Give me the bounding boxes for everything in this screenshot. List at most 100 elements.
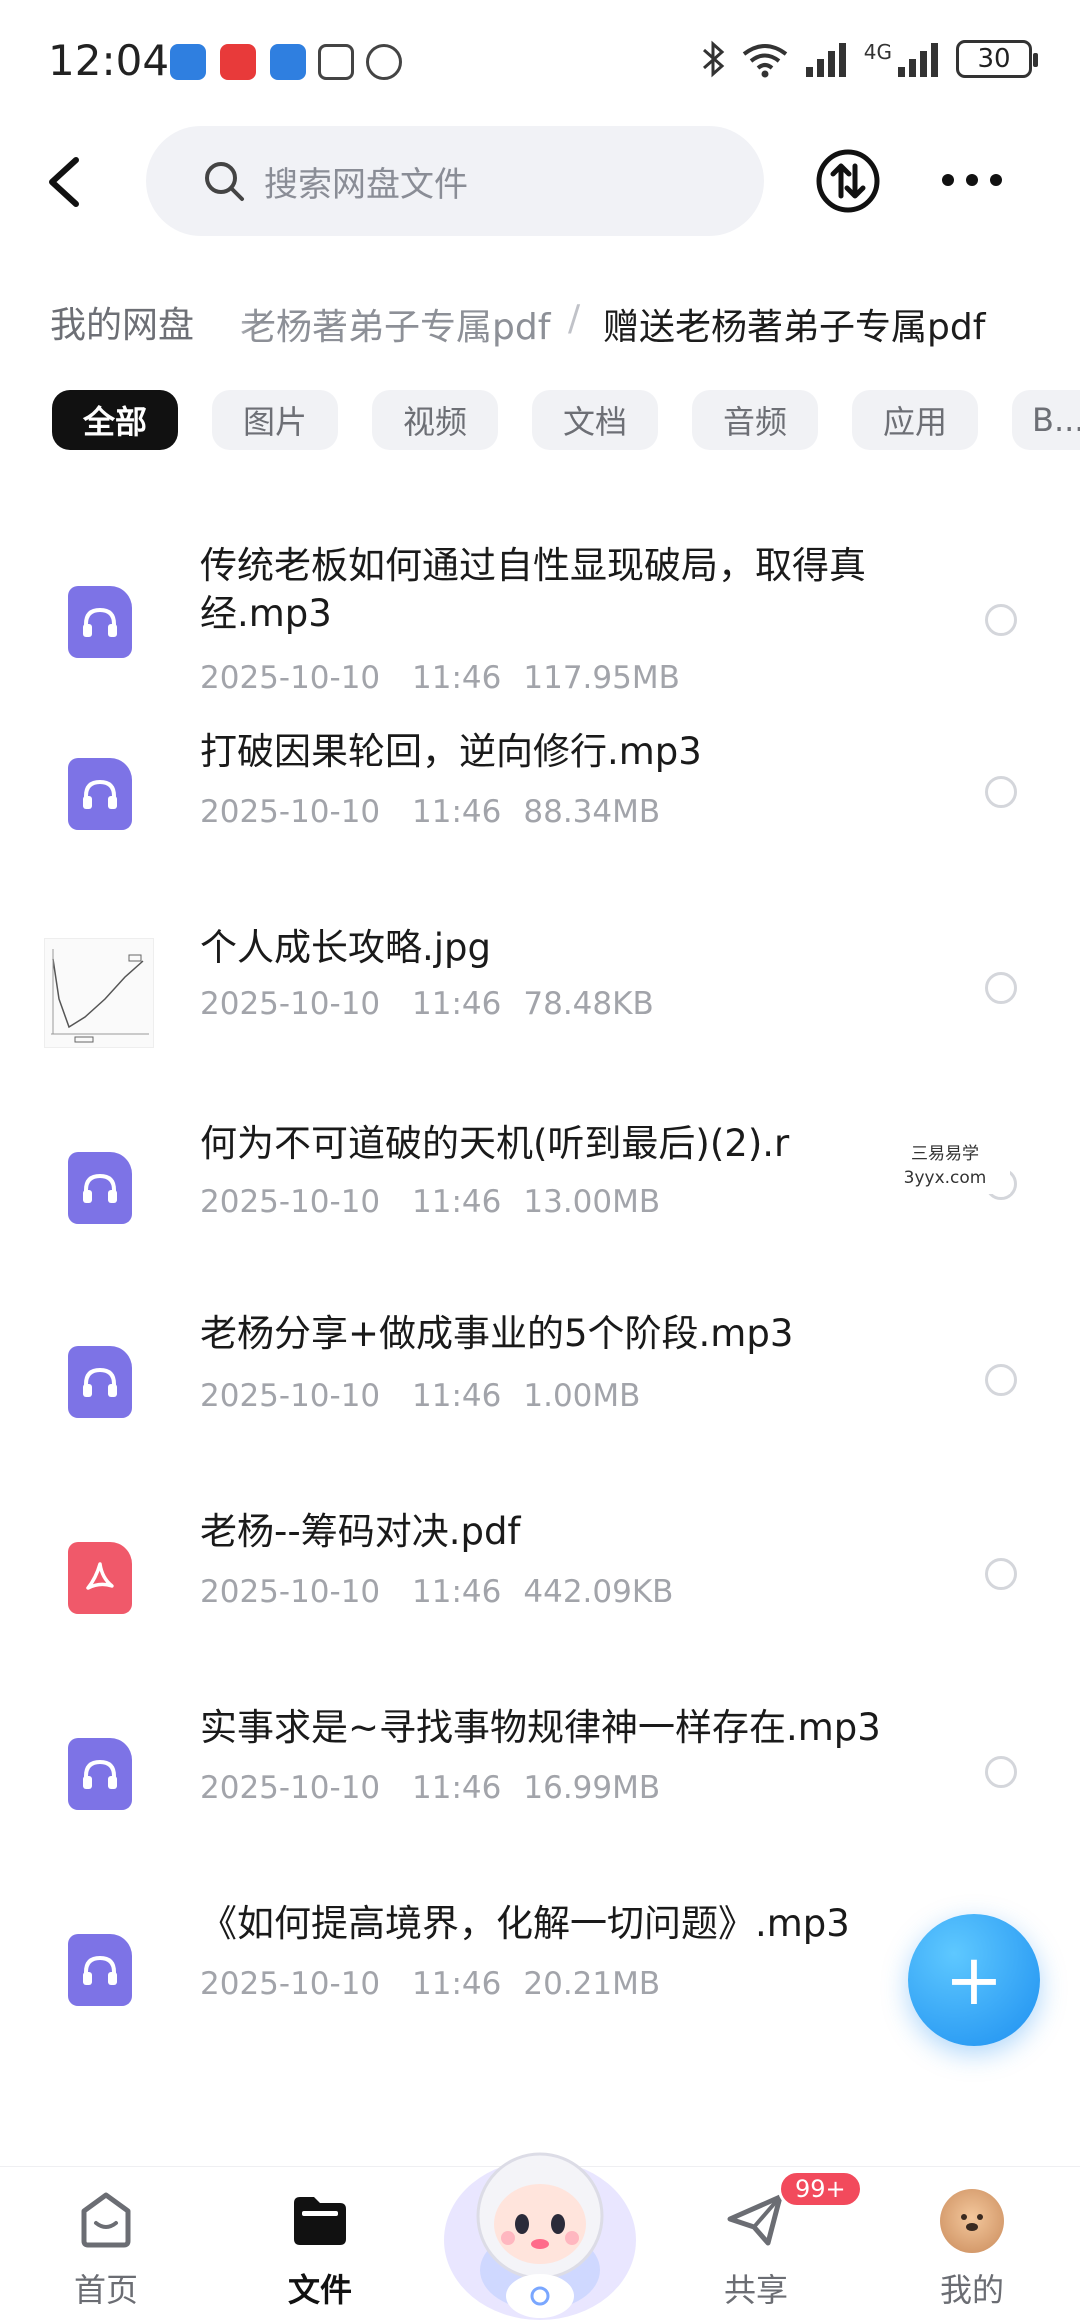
- file-time: 11:46: [412, 660, 502, 696]
- more-options-button[interactable]: [942, 170, 1002, 190]
- file-size: 88.34MB: [523, 794, 661, 830]
- network-type: 4G: [863, 40, 892, 64]
- add-button[interactable]: +: [908, 1914, 1040, 2046]
- headphones-icon: [68, 758, 132, 830]
- headphones-icon: [68, 586, 132, 658]
- filter-images[interactable]: 图片: [212, 390, 338, 450]
- alarm-off-icon: [366, 44, 402, 80]
- select-checkbox[interactable]: [985, 1756, 1017, 1788]
- file-name: 何为不可道破的天机(听到最后)(2).r: [200, 1122, 790, 1165]
- file-meta: 2025-10-10 11:46 88.34MB: [200, 794, 660, 830]
- search-input[interactable]: 搜索网盘文件: [146, 126, 764, 236]
- dot: [990, 174, 1002, 186]
- breadcrumb-separator: /: [568, 298, 581, 339]
- nav-me-label: 我的: [939, 2271, 1004, 2309]
- file-date: 2025-10-10: [200, 986, 381, 1022]
- file-meta: 2025-10-10 11:46 16.99MB: [200, 1770, 660, 1806]
- avatar: [940, 2189, 1004, 2253]
- file-size: 13.00MB: [523, 1184, 661, 1220]
- bluetooth-icon: [702, 40, 725, 78]
- headphones-icon: [68, 1934, 132, 2006]
- file-date: 2025-10-10: [200, 1378, 381, 1414]
- file-meta: 2025-10-10 11:46 117.95MB: [200, 660, 680, 696]
- nav-me[interactable]: 我的: [912, 2189, 1032, 2311]
- file-size: 442.09KB: [523, 1574, 674, 1610]
- file-name: 实事求是~寻找事物规律神一样存在.mp3: [200, 1706, 881, 1749]
- headphones-icon: [68, 1152, 132, 1224]
- nav-home-label: 首页: [73, 2271, 138, 2309]
- file-size: 20.21MB: [523, 1966, 661, 2002]
- file-date: 2025-10-10: [200, 1966, 381, 2002]
- headphones-icon: [68, 1346, 132, 1418]
- breadcrumb-middle[interactable]: 老杨著弟子专属pdf: [240, 298, 550, 350]
- file-time: 11:46: [412, 986, 502, 1022]
- breadcrumb-current: 赠送老杨著弟子专属pdf: [603, 307, 986, 348]
- breadcrumb-root[interactable]: 我的网盘: [20, 290, 219, 356]
- file-date: 2025-10-10: [200, 660, 381, 696]
- file-name: 传统老板如何通过自性显现破局，取得真经.mp3: [200, 544, 866, 635]
- file-date: 2025-10-10: [200, 1574, 381, 1610]
- search-icon: [205, 162, 244, 201]
- dot: [966, 174, 978, 186]
- file-name: 老杨分享+做成事业的5个阶段.mp3: [200, 1312, 794, 1355]
- filter-apps[interactable]: 应用: [852, 390, 978, 450]
- filter-documents[interactable]: 文档: [532, 390, 658, 450]
- nfc-icon: [318, 44, 354, 80]
- file-time: 11:46: [412, 1966, 502, 2002]
- notification-app-icon: [170, 44, 206, 80]
- nav-share-label: 共享: [723, 2271, 788, 2309]
- select-checkbox[interactable]: [985, 1558, 1017, 1590]
- watermark-line1: 三易易学: [911, 1144, 979, 1164]
- file-meta: 2025-10-10 11:46 13.00MB: [200, 1184, 660, 1220]
- wifi-icon: [742, 44, 787, 78]
- file-time: 11:46: [412, 1770, 502, 1806]
- file-meta: 2025-10-10 11:46 442.09KB: [200, 1574, 673, 1610]
- nav-files[interactable]: 文件: [260, 2189, 380, 2311]
- file-meta: 2025-10-10 11:46 78.48KB: [200, 986, 654, 1022]
- nav-files-label: 文件: [287, 2271, 352, 2309]
- file-time: 11:46: [412, 794, 502, 830]
- signal-4g-icon: [898, 43, 938, 77]
- status-bar: 12:04 4G 30: [0, 0, 1080, 130]
- file-time: 11:46: [412, 1574, 502, 1610]
- pdf-icon: [68, 1542, 132, 1614]
- file-name: 个人成长攻略.jpg: [200, 926, 492, 969]
- file-date: 2025-10-10: [200, 1184, 381, 1220]
- filter-tabs: 全部 图片 视频 文档 音频 应用 B...: [52, 390, 1080, 450]
- file-date: 2025-10-10: [200, 794, 381, 830]
- filter-audio[interactable]: 音频: [692, 390, 818, 450]
- notification-app-icon: [270, 44, 306, 80]
- select-checkbox[interactable]: [985, 972, 1017, 1004]
- back-button[interactable]: [36, 150, 92, 214]
- file-size: 78.48KB: [523, 986, 654, 1022]
- file-name: 《如何提高境界，化解一切问题》.mp3: [200, 1902, 850, 1945]
- file-size: 117.95MB: [523, 660, 680, 696]
- select-checkbox[interactable]: [985, 604, 1017, 636]
- home-icon: [81, 2192, 131, 2248]
- search-placeholder: 搜索网盘文件: [264, 164, 468, 205]
- signal-icon: [805, 43, 846, 77]
- battery-icon: 30: [956, 40, 1038, 78]
- file-meta: 2025-10-10 11:46 20.21MB: [200, 1966, 660, 2002]
- select-checkbox[interactable]: [985, 1364, 1017, 1396]
- dot: [942, 174, 954, 186]
- filter-more[interactable]: B...: [1012, 390, 1080, 450]
- file-name: 打破因果轮回，逆向修行.mp3: [200, 730, 702, 773]
- clock: 12:04: [48, 36, 170, 85]
- nav-home[interactable]: 首页: [46, 2189, 166, 2311]
- select-checkbox[interactable]: [985, 776, 1017, 808]
- headphones-icon: [68, 1738, 132, 1810]
- transfer-button[interactable]: [815, 148, 881, 214]
- file-date: 2025-10-10: [200, 1770, 381, 1806]
- assistant-mascot-button[interactable]: [438, 2120, 642, 2320]
- notification-shop-icon: [220, 44, 256, 80]
- file-time: 11:46: [412, 1184, 502, 1220]
- paper-plane-icon: [727, 2194, 783, 2246]
- image-thumbnail: [44, 938, 154, 1048]
- file-size: 1.00MB: [523, 1378, 641, 1414]
- filter-all[interactable]: 全部: [52, 390, 178, 450]
- filter-videos[interactable]: 视频: [372, 390, 498, 450]
- notification-badge: 99+: [778, 2170, 863, 2208]
- file-name: 老杨--筹码对决.pdf: [200, 1510, 521, 1553]
- transfer-icon: [816, 149, 880, 213]
